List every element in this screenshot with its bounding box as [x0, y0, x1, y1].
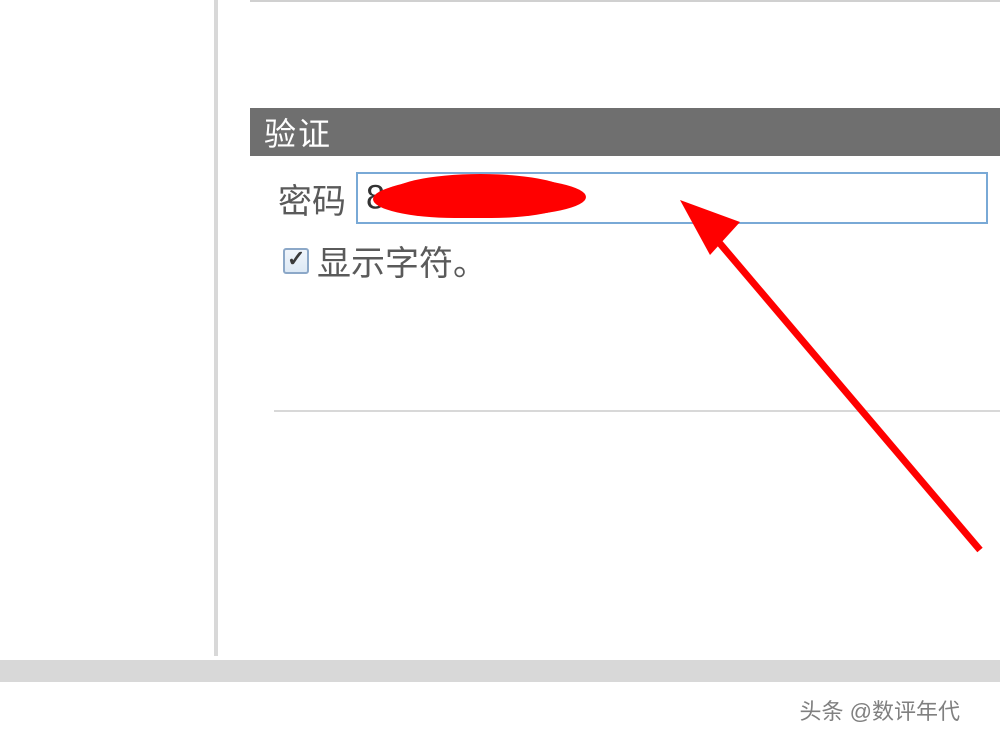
form-area: 密码 8 显示字符。 [278, 172, 1000, 285]
show-characters-row: 显示字符。 [283, 236, 1000, 285]
show-characters-checkbox[interactable] [283, 248, 309, 274]
top-divider [250, 0, 1000, 2]
password-label: 密码 [278, 174, 346, 223]
section-header-authentication: 验证 [250, 108, 1000, 156]
outer-container: 验证 密码 8 显示字符。 [0, 0, 1000, 688]
password-input-wrapper: 8 [356, 172, 988, 224]
main-panel: 验证 密码 8 显示字符。 [222, 0, 1000, 656]
show-characters-label: 显示字符。 [317, 236, 487, 285]
section-title: 验证 [264, 109, 332, 155]
bottom-bar [0, 660, 1000, 682]
horizontal-divider [274, 410, 1000, 412]
password-input[interactable] [356, 172, 988, 224]
attribution-text: 头条 @数评年代 [800, 694, 960, 726]
password-row: 密码 8 [278, 172, 1000, 224]
left-sidebar [0, 0, 218, 656]
